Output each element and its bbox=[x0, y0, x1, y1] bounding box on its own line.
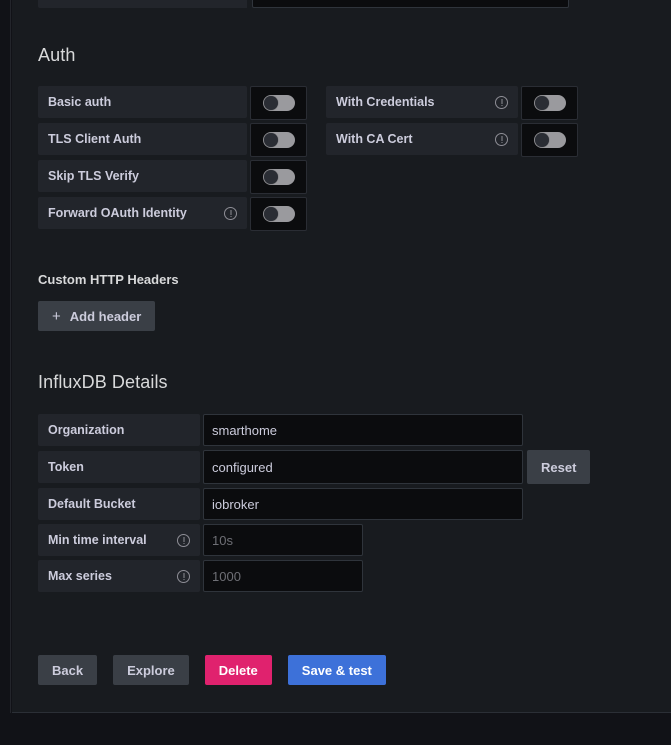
auth-row: TLS Client Auth With CA Cert bbox=[38, 123, 598, 157]
default-bucket-input-value: iobroker bbox=[212, 497, 259, 512]
field-label-token: Token bbox=[38, 451, 200, 483]
datasource-settings-panel: Auth Basic auth With Credentials bbox=[12, 0, 671, 713]
field-label-min-time-interval: Min time interval bbox=[38, 524, 200, 556]
switch-knob bbox=[264, 170, 278, 184]
scrolled-off-field-label bbox=[38, 0, 247, 8]
field-label-max-series: Max series bbox=[38, 560, 200, 592]
field-label-text: Min time interval bbox=[48, 533, 147, 547]
auth-item-skip-tls-verify: Skip TLS Verify bbox=[38, 160, 311, 194]
auth-section: Auth Basic auth With Credentials bbox=[38, 45, 658, 234]
toggle-tls-client-auth[interactable] bbox=[250, 123, 307, 157]
organization-input-value: smarthome bbox=[212, 423, 277, 438]
auth-item-with-ca-cert: With CA Cert bbox=[326, 123, 578, 157]
max-series-input[interactable]: 1000 bbox=[203, 560, 363, 592]
auth-label-basic-auth: Basic auth bbox=[38, 86, 247, 118]
toggle-skip-tls-verify[interactable] bbox=[250, 160, 307, 194]
switch-knob bbox=[264, 207, 278, 221]
field-row-organization: Organization smarthome bbox=[38, 414, 658, 446]
reset-token-button[interactable]: Reset bbox=[527, 450, 590, 484]
switch-knob bbox=[264, 133, 278, 147]
toggle-basic-auth[interactable] bbox=[250, 86, 307, 120]
auth-toggle-grid: Basic auth With Credentials bbox=[38, 86, 598, 231]
auth-label-text: Skip TLS Verify bbox=[48, 169, 139, 183]
auth-label-text: Forward OAuth Identity bbox=[48, 206, 187, 220]
switch-track bbox=[263, 169, 295, 185]
switch-knob bbox=[535, 133, 549, 147]
field-label-text: Default Bucket bbox=[48, 497, 136, 511]
switch-knob bbox=[264, 96, 278, 110]
field-row-default-bucket: Default Bucket iobroker bbox=[38, 488, 658, 520]
auth-label-text: With Credentials bbox=[336, 95, 435, 109]
scrolled-off-field-input[interactable] bbox=[252, 0, 569, 8]
min-time-interval-input[interactable]: 10s bbox=[203, 524, 363, 556]
field-label-text: Token bbox=[48, 460, 84, 474]
custom-http-headers-heading: Custom HTTP Headers bbox=[38, 272, 658, 287]
left-nav-rail bbox=[0, 0, 11, 745]
field-row-token: Token configured Reset bbox=[38, 450, 658, 484]
info-icon[interactable] bbox=[177, 534, 190, 547]
action-bar: Back Explore Delete Save & test bbox=[38, 655, 658, 685]
delete-button[interactable]: Delete bbox=[205, 655, 272, 685]
auth-label-with-credentials: With Credentials bbox=[326, 86, 518, 118]
toggle-forward-oauth-identity[interactable] bbox=[250, 197, 307, 231]
field-label-text: Max series bbox=[48, 569, 112, 583]
toggle-with-ca-cert[interactable] bbox=[521, 123, 578, 157]
influxdb-details-fields: Organization smarthome Token configured … bbox=[38, 414, 658, 592]
info-icon[interactable] bbox=[495, 96, 508, 109]
info-icon-wrapper bbox=[485, 133, 508, 146]
influxdb-details-section: InfluxDB Details Organization smarthome … bbox=[38, 372, 658, 596]
auth-label-text: Basic auth bbox=[48, 95, 111, 109]
info-icon-wrapper bbox=[167, 534, 190, 547]
auth-label-forward-oauth-identity: Forward OAuth Identity bbox=[38, 197, 247, 229]
field-row-min-time-interval: Min time interval 10s bbox=[38, 524, 658, 556]
auth-row: Basic auth With Credentials bbox=[38, 86, 598, 120]
min-time-interval-placeholder: 10s bbox=[212, 533, 233, 548]
info-icon[interactable] bbox=[495, 133, 508, 146]
auth-item-forward-oauth-identity: Forward OAuth Identity bbox=[38, 197, 311, 231]
custom-http-headers-section: Custom HTTP Headers + Add header bbox=[38, 272, 658, 331]
organization-input[interactable]: smarthome bbox=[203, 414, 523, 446]
switch-knob bbox=[535, 96, 549, 110]
info-icon-wrapper bbox=[167, 570, 190, 583]
field-label-organization: Organization bbox=[38, 414, 200, 446]
auth-label-text: TLS Client Auth bbox=[48, 132, 141, 146]
auth-section-heading: Auth bbox=[38, 45, 658, 66]
switch-track bbox=[263, 95, 295, 111]
add-header-button[interactable]: + Add header bbox=[38, 301, 155, 331]
page-background-below-panel bbox=[0, 713, 671, 745]
auth-item-basic-auth: Basic auth bbox=[38, 86, 311, 120]
field-label-default-bucket: Default Bucket bbox=[38, 488, 200, 520]
switch-track bbox=[534, 132, 566, 148]
auth-label-tls-client-auth: TLS Client Auth bbox=[38, 123, 247, 155]
max-series-placeholder: 1000 bbox=[212, 569, 241, 584]
info-icon-wrapper bbox=[485, 96, 508, 109]
field-label-text: Organization bbox=[48, 423, 124, 437]
auth-item-with-credentials: With Credentials bbox=[326, 86, 578, 120]
info-icon-wrapper bbox=[214, 207, 237, 220]
auth-row: Skip TLS Verify bbox=[38, 160, 598, 194]
switch-track bbox=[263, 132, 295, 148]
auth-label-text: With CA Cert bbox=[336, 132, 413, 146]
auth-row: Forward OAuth Identity bbox=[38, 197, 598, 231]
info-icon[interactable] bbox=[224, 207, 237, 220]
auth-item-tls-client-auth: TLS Client Auth bbox=[38, 123, 311, 157]
add-header-button-label: Add header bbox=[70, 309, 142, 324]
auth-label-with-ca-cert: With CA Cert bbox=[326, 123, 518, 155]
toggle-with-credentials[interactable] bbox=[521, 86, 578, 120]
back-button[interactable]: Back bbox=[38, 655, 97, 685]
explore-button[interactable]: Explore bbox=[113, 655, 189, 685]
default-bucket-input[interactable]: iobroker bbox=[203, 488, 523, 520]
influxdb-details-heading: InfluxDB Details bbox=[38, 372, 658, 393]
token-input[interactable]: configured bbox=[203, 450, 523, 484]
save-and-test-button[interactable]: Save & test bbox=[288, 655, 386, 685]
switch-track bbox=[534, 95, 566, 111]
field-row-max-series: Max series 1000 bbox=[38, 560, 658, 592]
scrolled-off-field-row bbox=[38, 0, 583, 8]
auth-label-skip-tls-verify: Skip TLS Verify bbox=[38, 160, 247, 192]
info-icon[interactable] bbox=[177, 570, 190, 583]
token-input-value: configured bbox=[212, 460, 273, 475]
switch-track bbox=[263, 206, 295, 222]
plus-icon: + bbox=[52, 309, 61, 324]
